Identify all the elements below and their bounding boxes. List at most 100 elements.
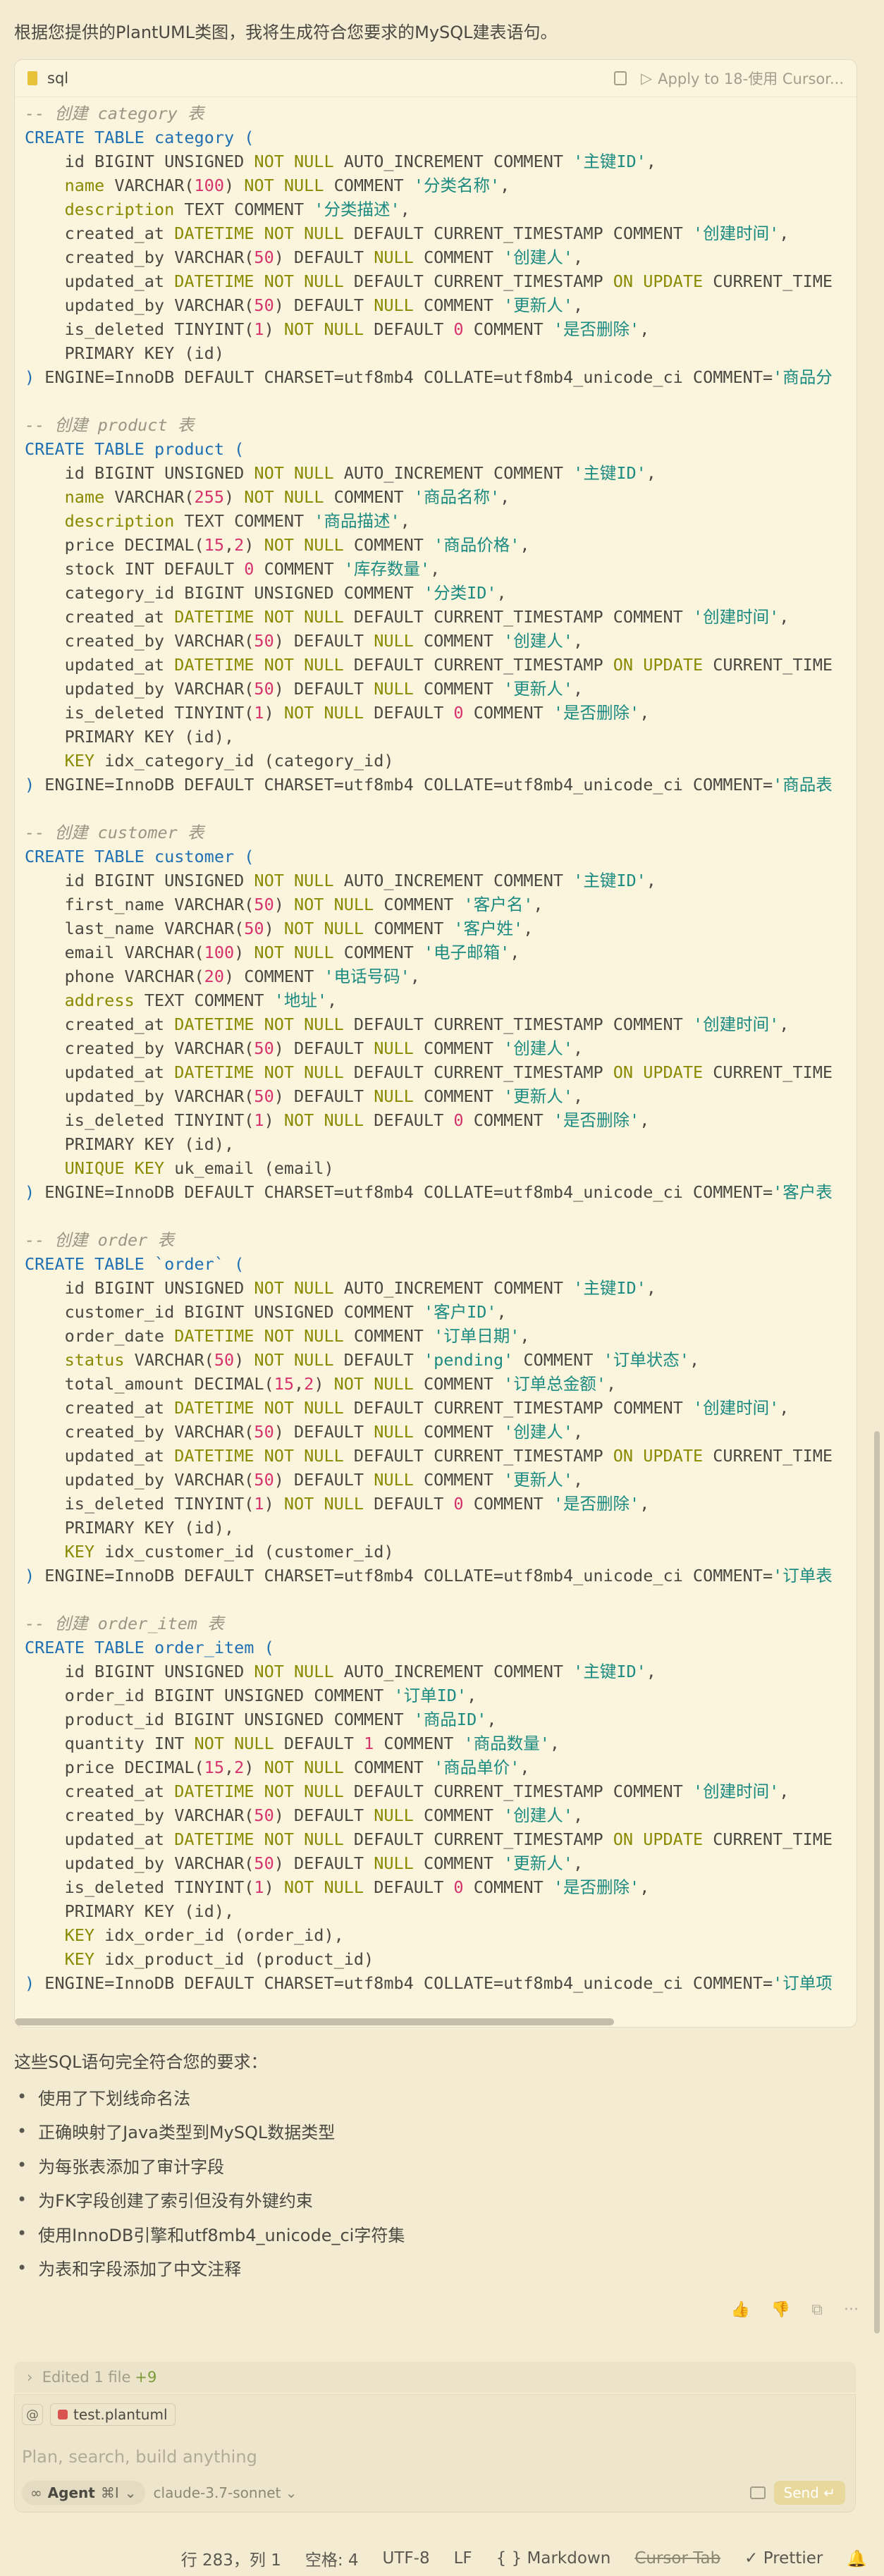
code-token: KEY: [25, 1542, 95, 1562]
code-line: ) ENGINE=InnoDB DEFAULT CHARSET=utf8mb4 …: [25, 365, 847, 389]
prettier-status[interactable]: ✓ Prettier: [744, 2549, 823, 2568]
language-mode[interactable]: { } Markdown: [496, 2549, 611, 2568]
more-icon[interactable]: ···: [844, 2301, 859, 2319]
code-token: ,: [533, 895, 544, 914]
agent-mode-selector[interactable]: ∞ Agent ⌘I ⌄: [22, 2481, 145, 2505]
code-token: '客户ID': [423, 1302, 497, 1322]
code-token: ): [25, 1566, 45, 1586]
mention-button[interactable]: @: [22, 2404, 43, 2425]
code-line: address TEXT COMMENT '地址',: [25, 988, 847, 1012]
code-line: PRIMARY KEY (id),: [25, 1899, 847, 1923]
cursor-position[interactable]: 行 283，列 1: [181, 2546, 281, 2570]
code-token: ): [264, 1877, 284, 1897]
code-token: CREATE TABLE: [25, 847, 154, 866]
indent-setting[interactable]: 空格: 4: [305, 2546, 359, 2570]
code-token: DEFAULT CURRENT_TIMESTAMP COMMENT: [343, 1014, 693, 1034]
code-token: '地址': [274, 990, 328, 1010]
code-token: PRIMARY KEY (id),: [25, 1134, 235, 1154]
list-item: 使用了下划线命名法: [17, 2080, 405, 2114]
vertical-scrollbar[interactable]: [874, 1431, 880, 2333]
code-line: total_amount DECIMAL(15,2) NOT NULL COMM…: [25, 1372, 847, 1396]
edited-files-bar[interactable]: › Edited 1 file +9: [14, 2362, 856, 2393]
code-token: NOT NULL: [194, 1734, 274, 1753]
copy-icon[interactable]: [614, 71, 627, 85]
code-token: '创建时间': [692, 1398, 780, 1418]
summary-list: 使用了下划线命名法 正确映射了Java类型到MySQL数据类型 为每张表添加了审…: [17, 2080, 405, 2285]
code-token: ,: [646, 1662, 656, 1681]
send-button[interactable]: Send ↵: [773, 2481, 845, 2505]
code-token: DATETIME NOT NULL: [174, 1829, 344, 1849]
model-selector[interactable]: claude-3.7-sonnet ⌄: [154, 2484, 297, 2501]
copy-message-icon[interactable]: ⧉: [811, 2301, 823, 2319]
image-upload-icon[interactable]: [749, 2486, 766, 2499]
code-token: ON UPDATE: [613, 1829, 704, 1849]
code-token: NOT NULL: [254, 1350, 334, 1370]
agent-label: Agent: [47, 2484, 95, 2501]
apply-label: Apply to 18-使用 Cursor...: [658, 70, 844, 87]
code-token: DATETIME NOT NULL: [174, 223, 344, 243]
code-token: ): [274, 895, 295, 914]
code-token: 15: [204, 1758, 224, 1777]
code-token: 0: [244, 559, 254, 579]
code-token: ): [264, 1494, 284, 1514]
code-token: AUTO_INCREMENT COMMENT: [333, 1278, 574, 1298]
code-line: id BIGINT UNSIGNED NOT NULL AUTO_INCREME…: [25, 149, 847, 173]
code-token: COMMENT: [324, 176, 414, 195]
code-token: created_at: [25, 223, 175, 243]
code-token: NOT NULL: [254, 463, 334, 483]
code-token: DEFAULT: [364, 1494, 454, 1514]
code-token: '订单ID': [393, 1686, 467, 1705]
code-token: 2: [234, 535, 245, 555]
code-line: created_at DATETIME NOT NULL DEFAULT CUR…: [25, 1396, 847, 1420]
code-token: '主键ID': [573, 1278, 646, 1298]
code-token: ,: [500, 487, 510, 507]
encoding[interactable]: UTF-8: [383, 2549, 430, 2568]
code-token: id BIGINT UNSIGNED: [25, 152, 254, 171]
code-token: PRIMARY KEY (id),: [25, 1901, 235, 1921]
code-token: '是否删除': [553, 1110, 640, 1130]
code-token: ,: [520, 1326, 530, 1346]
code-token: '分类描述': [314, 200, 400, 219]
cursor-tab-toggle[interactable]: Cursor Tab: [634, 2549, 720, 2568]
code-line: -- 创建 order_item 表: [25, 1612, 847, 1636]
code-token: NOT NULL: [264, 1758, 344, 1777]
code-token: updated_by VARCHAR(: [25, 679, 254, 699]
code-token: stock INT DEFAULT: [25, 559, 245, 579]
list-item: 使用InnoDB引擎和utf8mb4_unicode_ci字符集: [17, 2216, 405, 2251]
code-token: ,: [572, 1422, 584, 1442]
line-ending[interactable]: LF: [454, 2549, 472, 2568]
chevron-right-icon: ›: [27, 2369, 42, 2386]
code-token: CURRENT_TIME: [703, 1446, 833, 1466]
code-token: ) DEFAULT: [274, 1805, 374, 1825]
code-token: description: [25, 511, 175, 531]
bell-icon[interactable]: 🔔: [847, 2549, 867, 2568]
code-token: '主键ID': [573, 152, 646, 171]
code-token: id BIGINT UNSIGNED: [25, 463, 254, 483]
code-token: NOT NULL: [244, 176, 324, 195]
code-token: category: [154, 128, 235, 147]
code-token: created_by VARCHAR(: [25, 247, 254, 267]
code-token: NOT NULL: [264, 535, 344, 555]
code-token: ): [244, 1758, 264, 1777]
horizontal-scrollbar[interactable]: [15, 2018, 614, 2025]
code-token: ,: [400, 200, 410, 219]
code-token: NOT NULL: [294, 895, 374, 914]
code-token: created_at: [25, 1014, 175, 1034]
code-line: id BIGINT UNSIGNED NOT NULL AUTO_INCREME…: [25, 461, 847, 485]
code-token: ,: [496, 583, 507, 603]
code-line: CREATE TABLE category (: [25, 125, 847, 149]
apply-button[interactable]: ▷ Apply to 18-使用 Cursor...: [641, 68, 844, 89]
code-token: ,: [327, 990, 338, 1010]
code-token: created_by VARCHAR(: [25, 631, 254, 651]
code-token: ) DEFAULT: [274, 247, 374, 267]
code-token: UNIQUE KEY: [25, 1158, 165, 1178]
code-token: ) DEFAULT: [274, 1038, 374, 1058]
code-line: status VARCHAR(50) NOT NULL DEFAULT 'pen…: [25, 1348, 847, 1372]
context-file-chip[interactable]: test.plantuml: [50, 2403, 176, 2426]
thumbs-down-icon[interactable]: 👎: [771, 2301, 790, 2319]
code-token: COMMENT: [413, 1853, 504, 1873]
thumbs-up-icon[interactable]: 👍: [730, 2301, 749, 2319]
prompt-input[interactable]: Plan, search, build anything: [22, 2447, 257, 2467]
code-token: '创建人': [503, 247, 573, 267]
code-token: '创建人': [503, 1422, 573, 1442]
